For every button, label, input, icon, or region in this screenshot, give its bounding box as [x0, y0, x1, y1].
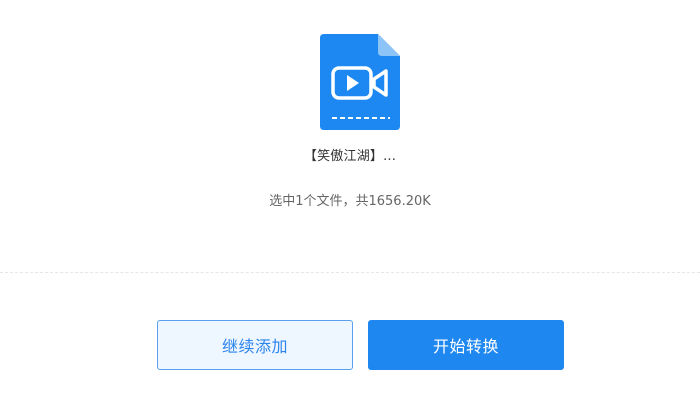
file-name: 【笑傲江湖】... [303, 149, 397, 164]
continue-add-button[interactable]: 继续添加 [157, 320, 353, 370]
selection-summary: 选中1个文件，共1656.20K [269, 194, 431, 209]
video-file-icon [320, 34, 402, 132]
divider [0, 272, 700, 273]
start-convert-button[interactable]: 开始转换 [368, 320, 564, 370]
converter-panel: 【笑傲江湖】... 选中1个文件，共1656.20K 继续添加 开始转换 [0, 0, 700, 414]
